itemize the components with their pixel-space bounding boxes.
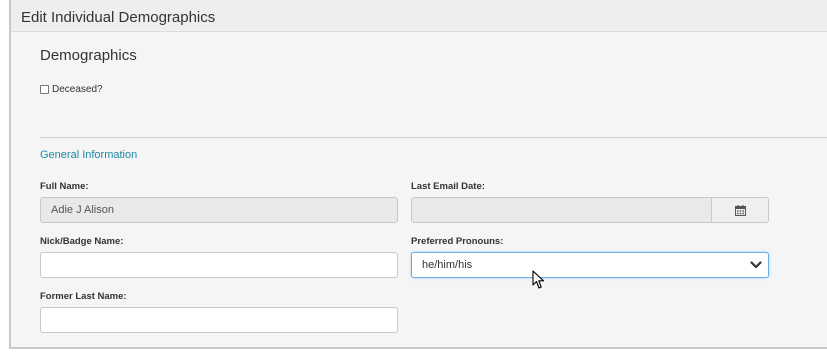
- general-information-heading: General Information: [40, 149, 138, 161]
- preferred-pronouns-label: Preferred Pronouns:: [411, 236, 504, 247]
- nick-badge-name-label: Nick/Badge Name:: [40, 236, 124, 247]
- full-name-label: Full Name:: [40, 181, 89, 192]
- calendar-icon: [734, 204, 746, 216]
- former-last-name-input[interactable]: [40, 307, 398, 333]
- last-email-date-label: Last Email Date:: [411, 181, 485, 192]
- deceased-checkbox-row[interactable]: Deceased?: [40, 84, 103, 95]
- panel-header: Edit Individual Demographics: [11, 0, 827, 32]
- deceased-checkbox[interactable]: [40, 85, 49, 94]
- nick-badge-name-input[interactable]: [40, 252, 398, 278]
- full-name-field[interactable]: Adie J Alison: [40, 197, 398, 223]
- preferred-pronouns-select[interactable]: he/him/his: [411, 252, 769, 278]
- last-email-date-field[interactable]: [411, 197, 712, 223]
- former-last-name-label: Former Last Name:: [40, 291, 127, 302]
- edit-demographics-panel: Edit Individual Demographics Demographic…: [9, 0, 827, 349]
- mouse-cursor-icon: [532, 270, 545, 289]
- panel-title: Edit Individual Demographics: [21, 9, 216, 26]
- demographics-heading: Demographics: [40, 47, 137, 64]
- preferred-pronouns-value: he/him/his: [422, 259, 473, 271]
- section-divider: [40, 137, 827, 138]
- deceased-label: Deceased?: [52, 84, 103, 95]
- chevron-down-icon: [750, 261, 762, 269]
- calendar-button[interactable]: [711, 197, 769, 223]
